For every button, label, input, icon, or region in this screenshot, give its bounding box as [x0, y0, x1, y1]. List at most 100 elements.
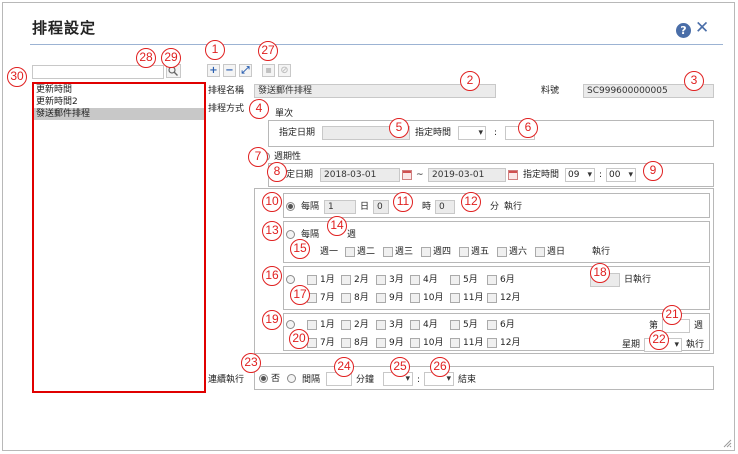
every-minutes-input[interactable]: 0	[435, 200, 455, 214]
m2-apr-checkbox[interactable]	[410, 320, 420, 330]
continuous-yes-radio[interactable]	[287, 374, 296, 383]
close-icon[interactable]: ✕	[695, 18, 709, 38]
annotation-marker: 13	[262, 221, 282, 241]
m2-jan-checkbox[interactable]	[307, 320, 317, 330]
cancel-button[interactable]: ⊘	[278, 64, 291, 77]
m1-apr-checkbox[interactable]	[410, 275, 420, 285]
m1-sep-label: 9月	[389, 293, 404, 303]
m1-jan-label: 1月	[320, 275, 335, 285]
weekly-radio[interactable]	[286, 230, 295, 239]
m1-jul-label: 7月	[320, 293, 335, 303]
every-prefix: 每隔	[301, 202, 320, 212]
once-date-label: 指定日期	[279, 128, 316, 138]
periodic-minute-select[interactable]: 00	[606, 168, 636, 182]
resize-grip-icon[interactable]	[723, 439, 732, 448]
every-minute-unit: 分	[490, 202, 500, 212]
m2-aug-checkbox[interactable]	[341, 338, 351, 348]
end-calendar-icon[interactable]	[508, 170, 518, 180]
m1-sep-checkbox[interactable]	[376, 293, 386, 303]
periodic-time-label: 指定時間	[523, 170, 560, 180]
help-icon[interactable]: ?	[676, 23, 691, 38]
once-hour-select[interactable]	[458, 126, 486, 140]
weekday-wednesday-label: 週三	[395, 247, 414, 257]
continuous-interval-label: 間隔	[302, 375, 321, 385]
weekly-week-unit: 週	[347, 230, 357, 240]
every-hours-input[interactable]: 0	[373, 200, 389, 214]
annotation-marker: 27	[258, 41, 278, 61]
m1-feb-checkbox[interactable]	[341, 275, 351, 285]
annotation-marker: 19	[262, 310, 282, 330]
m1-may-checkbox[interactable]	[450, 275, 460, 285]
m2-nov-checkbox[interactable]	[450, 338, 460, 348]
m2-jan-label: 1月	[320, 320, 335, 330]
m2-sep-checkbox[interactable]	[376, 338, 386, 348]
weekday-label: 星期	[622, 340, 641, 350]
m1-jun-checkbox[interactable]	[487, 275, 497, 285]
periodic-hour-select[interactable]: 09	[565, 168, 595, 182]
weekly-run-label: 執行	[592, 247, 611, 257]
m2-apr-label: 4月	[423, 320, 438, 330]
weekday-thursday-checkbox[interactable]	[421, 247, 431, 257]
m2-oct-checkbox[interactable]	[410, 338, 420, 348]
dialog-title: 排程設定	[32, 19, 97, 37]
nth-week-unit: 週	[694, 321, 704, 331]
schedule-tree: 更新時間 更新時間2 發送郵件排程	[32, 82, 206, 393]
tree-item-update-time-2[interactable]: 更新時間2	[34, 96, 204, 108]
m1-nov-checkbox[interactable]	[450, 293, 460, 303]
annotation-marker: 2	[460, 71, 480, 91]
m1-apr-label: 4月	[423, 275, 438, 285]
weekday-friday-checkbox[interactable]	[459, 247, 469, 257]
weekday-monday-label: 週一	[320, 247, 339, 257]
m2-oct-label: 10月	[423, 338, 444, 348]
weekday-sunday-checkbox[interactable]	[535, 247, 545, 257]
name-input[interactable]: 發送郵件排程	[254, 84, 496, 98]
m2-dec-checkbox[interactable]	[487, 338, 497, 348]
m2-jun-checkbox[interactable]	[487, 320, 497, 330]
m1-dec-checkbox[interactable]	[487, 293, 497, 303]
continuous-no-radio[interactable]	[259, 374, 268, 383]
annotation-marker: 22	[649, 330, 669, 350]
m1-mar-checkbox[interactable]	[376, 275, 386, 285]
annotation-marker: 26	[430, 357, 450, 377]
annotation-marker: 15	[290, 239, 310, 259]
continuous-label: 連續執行	[208, 375, 245, 385]
m1-jan-checkbox[interactable]	[307, 275, 317, 285]
continuous-minute-unit: 分鐘	[356, 375, 375, 385]
annotation-marker: 14	[327, 216, 347, 236]
annotation-marker: 3	[684, 71, 704, 91]
m1-oct-checkbox[interactable]	[410, 293, 420, 303]
annotation-marker: 1	[205, 40, 225, 60]
add-button[interactable]: +	[207, 64, 220, 77]
annotation-marker: 24	[334, 357, 354, 377]
remove-button[interactable]: −	[223, 64, 236, 77]
m1-aug-checkbox[interactable]	[341, 293, 351, 303]
weekday-saturday-checkbox[interactable]	[497, 247, 507, 257]
m2-feb-checkbox[interactable]	[341, 320, 351, 330]
m2-aug-label: 8月	[354, 338, 369, 348]
weekday-wednesday-checkbox[interactable]	[383, 247, 393, 257]
m2-jul-label: 7月	[320, 338, 335, 348]
method-label: 排程方式	[208, 104, 245, 114]
monthly-week-radio[interactable]	[286, 320, 295, 329]
tree-item-send-mail[interactable]: 發送郵件排程	[34, 108, 204, 120]
weekday-saturday-label: 週六	[509, 247, 528, 257]
m1-may-label: 5月	[463, 275, 478, 285]
save-button[interactable]: ▪	[262, 64, 275, 77]
start-date-input[interactable]: 2018-03-01	[320, 168, 400, 182]
monthly-day-radio[interactable]	[286, 275, 295, 284]
periodic-colon: :	[599, 170, 603, 180]
annotation-marker: 25	[390, 357, 410, 377]
m2-mar-checkbox[interactable]	[376, 320, 386, 330]
weekday-tuesday-checkbox[interactable]	[345, 247, 355, 257]
m2-may-checkbox[interactable]	[450, 320, 460, 330]
edit-button[interactable]: ⤢	[239, 64, 252, 77]
annotation-marker: 7	[248, 147, 268, 167]
annotation-marker: 5	[389, 118, 409, 138]
end-date-input[interactable]: 2019-03-01	[428, 168, 506, 182]
m2-dec-label: 12月	[500, 338, 521, 348]
every-radio[interactable]	[286, 202, 295, 211]
start-calendar-icon[interactable]	[402, 170, 412, 180]
every-hour-unit: 時	[422, 202, 432, 212]
every-days-input[interactable]: 1	[324, 200, 356, 214]
tree-item-update-time[interactable]: 更新時間	[34, 84, 204, 96]
